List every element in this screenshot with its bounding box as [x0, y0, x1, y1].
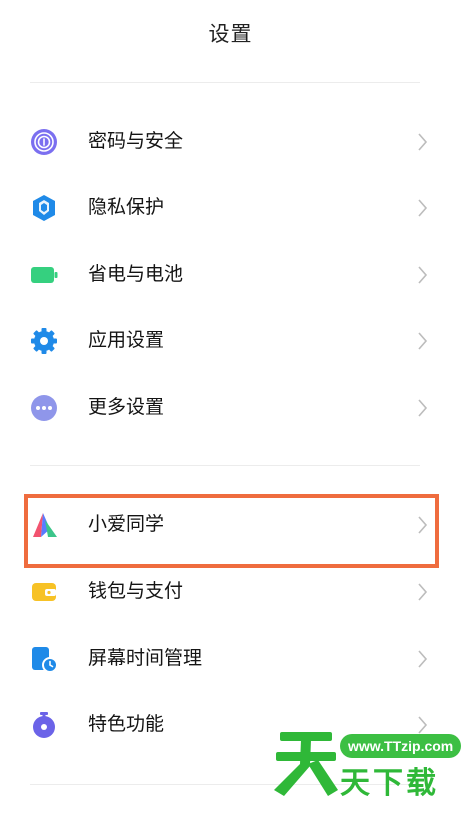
special-features-icon [30, 711, 58, 739]
menu-item-label: 省电与电池 [88, 263, 184, 285]
menu-item-label: 密码与安全 [88, 130, 184, 152]
watermark-text: 天下载 [340, 766, 439, 801]
menu-item-privacy[interactable]: 隐私保护 [0, 174, 461, 240]
menu-item-label: 钱包与支付 [88, 580, 184, 602]
fingerprint-icon [30, 128, 58, 156]
wallet-icon [30, 578, 58, 606]
section-divider [30, 465, 420, 466]
menu-item-battery[interactable]: 省电与电池 [0, 241, 461, 307]
menu-item-screen-time[interactable]: 屏幕时间管理 [0, 625, 461, 691]
chevron-right-icon [414, 264, 432, 286]
menu-item-label: 特色功能 [88, 713, 165, 735]
chevron-right-icon [414, 197, 432, 219]
watermark-url: www.TTzip.com [340, 734, 461, 758]
highlight-box [24, 494, 439, 568]
menu-item-label: 屏幕时间管理 [88, 647, 203, 669]
menu-item-password-security[interactable]: 密码与安全 [0, 108, 461, 174]
chevron-right-icon [414, 131, 432, 153]
header-divider [30, 82, 420, 83]
menu-item-app-settings[interactable]: 应用设置 [0, 307, 461, 373]
menu-item-label: 更多设置 [88, 396, 165, 418]
menu-item-more-settings[interactable]: 更多设置 [0, 374, 461, 440]
battery-icon [30, 261, 58, 289]
chevron-right-icon [414, 330, 432, 352]
menu-item-label: 隐私保护 [88, 196, 165, 218]
screen-time-icon [30, 645, 58, 673]
menu-item-label: 应用设置 [88, 329, 165, 351]
chevron-right-icon [414, 397, 432, 419]
chevron-right-icon [414, 648, 432, 670]
privacy-shield-icon [30, 194, 58, 222]
page-title: 设置 [208, 22, 253, 46]
watermark: www.TTzip.com 天下载 [270, 726, 461, 810]
watermark-logo [274, 726, 338, 800]
more-dots-icon [30, 394, 58, 422]
gear-icon [30, 327, 58, 355]
chevron-right-icon [414, 581, 432, 603]
